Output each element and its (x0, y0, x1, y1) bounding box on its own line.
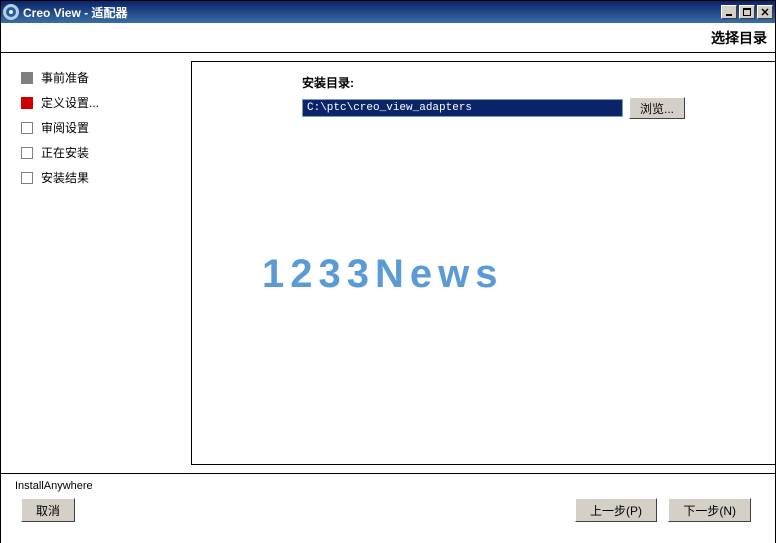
install-dir-label: 安装目录: (302, 74, 685, 91)
install-dir-input[interactable] (302, 99, 623, 117)
step-review-settings: 审阅设置 (21, 119, 191, 136)
step-preparation: 事前准备 (21, 69, 191, 86)
watermark-text: 1233News (262, 252, 503, 297)
install-dir-row: 浏览... (302, 97, 685, 119)
step-define-settings: 定义设置... (21, 94, 191, 111)
installer-brand: InstallAnywhere (15, 480, 93, 492)
page-title: 选择目录 (711, 28, 767, 48)
window-controls (721, 5, 773, 19)
titlebar: Creo View - 适配器 (1, 1, 775, 23)
minimize-button[interactable] (721, 5, 737, 19)
wizard-steps-sidebar: 事前准备 定义设置... 审阅设置 正在安装 安装结果 (1, 53, 191, 473)
step-label: 事前准备 (41, 69, 89, 86)
page-header: 选择目录 (1, 23, 775, 53)
step-label: 定义设置... (41, 94, 99, 111)
step-pending-icon (21, 172, 33, 184)
step-pending-icon (21, 122, 33, 134)
step-result: 安装结果 (21, 169, 191, 186)
main-area: 事前准备 定义设置... 审阅设置 正在安装 安装结果 安装目录: 浏览... … (1, 53, 775, 473)
previous-button[interactable]: 上一步(P) (575, 498, 657, 522)
step-label: 审阅设置 (41, 119, 89, 136)
maximize-button[interactable] (739, 5, 755, 19)
step-pending-icon (21, 147, 33, 159)
next-button[interactable]: 下一步(N) (668, 498, 751, 522)
step-done-icon (21, 72, 33, 84)
step-label: 正在安装 (41, 144, 89, 161)
footer: InstallAnywhere 取消 上一步(P) 下一步(N) (1, 473, 775, 543)
step-installing: 正在安装 (21, 144, 191, 161)
content-panel: 安装目录: 浏览... 1233News (191, 61, 775, 465)
step-current-icon (21, 97, 33, 109)
cancel-button[interactable]: 取消 (21, 498, 75, 522)
window-title: Creo View - 适配器 (23, 4, 721, 21)
step-label: 安装结果 (41, 169, 89, 186)
app-icon (3, 4, 19, 20)
browse-button[interactable]: 浏览... (629, 97, 685, 119)
close-button[interactable] (757, 5, 773, 19)
